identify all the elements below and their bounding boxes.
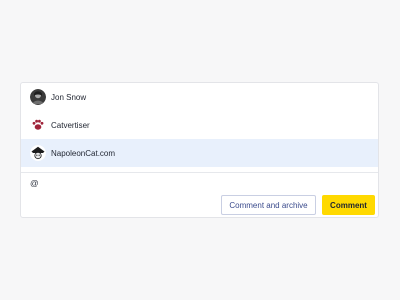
person-photo-icon [30, 89, 46, 105]
comment-card: Jon Snow Catvertiser NapoleonCat.com @ C… [20, 82, 379, 218]
comment-button[interactable]: Comment [322, 195, 375, 215]
composer-divider [21, 172, 378, 173]
mention-name: NapoleonCat.com [51, 148, 116, 158]
mention-name: Catvertiser [51, 120, 90, 130]
mention-item-napoleoncat[interactable]: NapoleonCat.com [21, 139, 378, 167]
mention-item-catvertiser[interactable]: Catvertiser [21, 111, 378, 139]
mention-item-jon-snow[interactable]: Jon Snow [21, 83, 378, 111]
comment-and-archive-button[interactable]: Comment and archive [221, 195, 316, 215]
napoleoncat-logo-icon [30, 145, 46, 161]
comment-input[interactable]: @ [30, 177, 39, 189]
mention-name: Jon Snow [51, 92, 87, 102]
paw-logo-icon [30, 117, 46, 133]
mention-suggestion-list: Jon Snow Catvertiser NapoleonCat.com [21, 83, 378, 167]
